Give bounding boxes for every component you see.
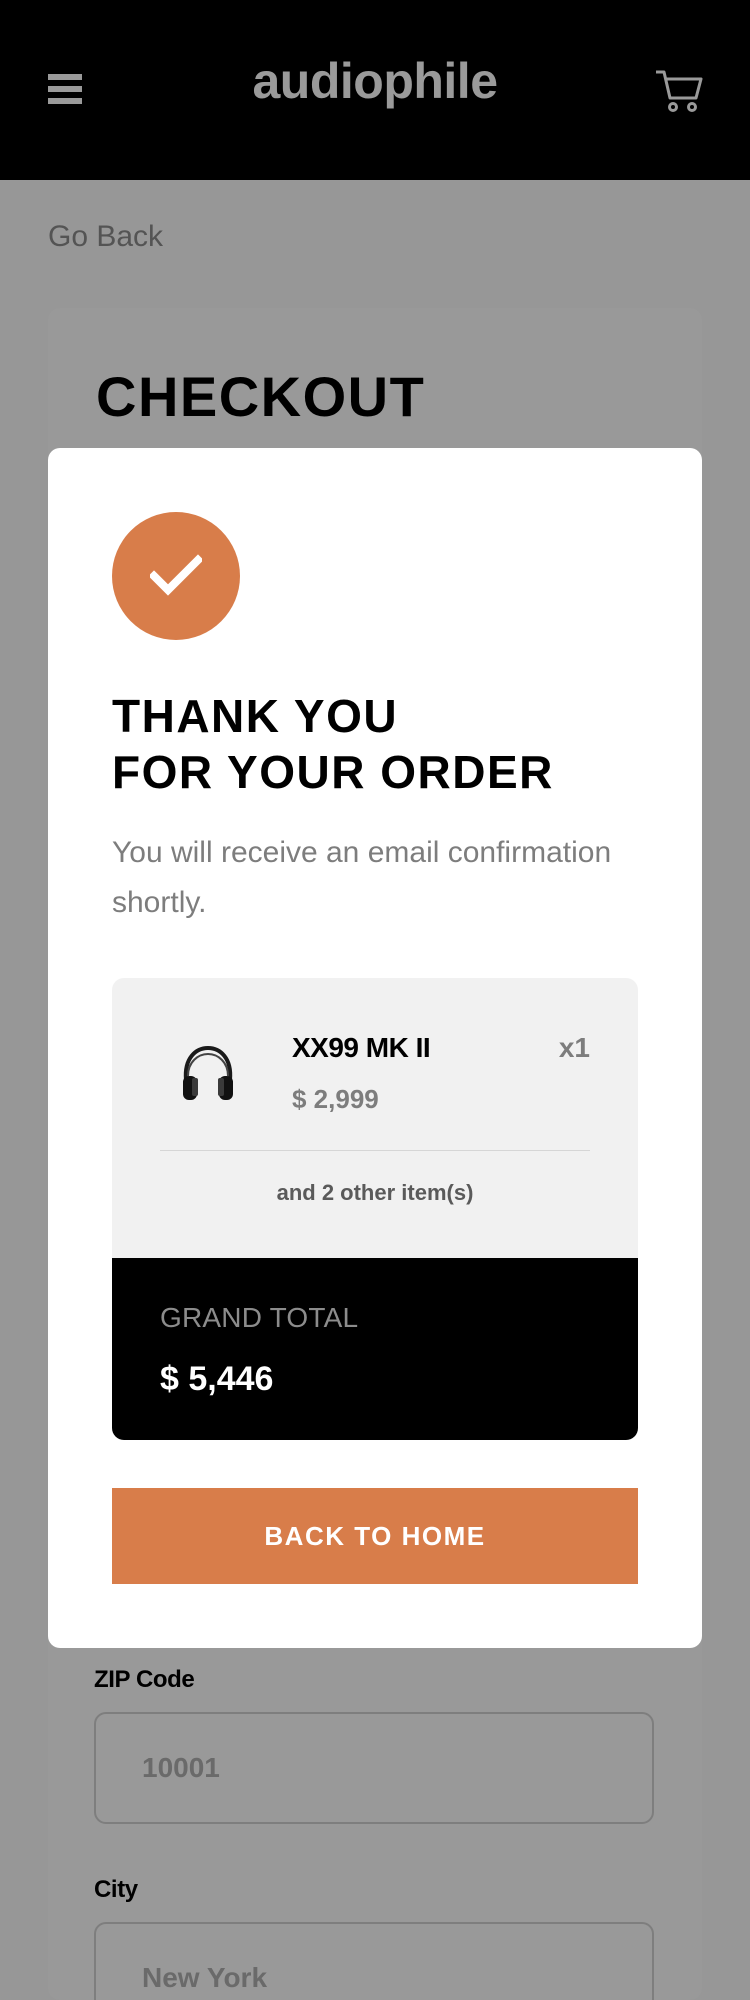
grand-total-label: GRAND TOTAL xyxy=(160,1302,359,1333)
product-name: XX99 MK II xyxy=(292,1032,431,1063)
summary-divider xyxy=(160,1150,590,1151)
confirmation-message: You will receive an email confirmation s… xyxy=(112,836,612,919)
back-to-home-button[interactable]: BACK TO HOME xyxy=(112,1488,638,1584)
site-logo[interactable]: audiophile xyxy=(0,52,750,110)
site-header: audiophile xyxy=(0,0,750,180)
grand-total-value: $ 5,446 xyxy=(160,1360,274,1398)
checkout-title: CHECKOUT xyxy=(96,365,426,428)
headphones-icon xyxy=(178,1042,238,1106)
product-quantity: x1 xyxy=(558,1032,590,1063)
grand-total-panel: GRAND TOTAL $ 5,446 xyxy=(112,1258,638,1440)
order-items-panel: XX99 MK II $ 2,999 x1 and 2 other item(s… xyxy=(112,978,638,1258)
cart-icon[interactable] xyxy=(654,68,704,114)
modal-title-line1: THANK YOU xyxy=(112,690,399,742)
other-items-toggle[interactable]: and 2 other item(s) xyxy=(112,1180,638,1206)
modal-title-line2: FOR YOUR ORDER xyxy=(112,746,554,798)
modal-title: THANK YOU FOR YOUR ORDER xyxy=(112,688,554,800)
city-placeholder: New York xyxy=(142,1962,268,1993)
zip-code-label: ZIP Code xyxy=(94,1666,195,1693)
checkmark-icon xyxy=(112,512,240,640)
city-label: City xyxy=(94,1876,138,1903)
product-price: $ 2,999 xyxy=(292,1084,379,1114)
zip-code-input[interactable]: 10001 xyxy=(94,1712,654,1824)
city-input[interactable]: New York xyxy=(94,1922,654,2000)
zip-code-placeholder: 10001 xyxy=(142,1752,220,1783)
go-back-link[interactable]: Go Back xyxy=(48,220,163,254)
order-summary: XX99 MK II $ 2,999 x1 and 2 other item(s… xyxy=(112,978,638,1440)
order-confirmation-modal: THANK YOU FOR YOUR ORDER You will receiv… xyxy=(48,448,702,1648)
